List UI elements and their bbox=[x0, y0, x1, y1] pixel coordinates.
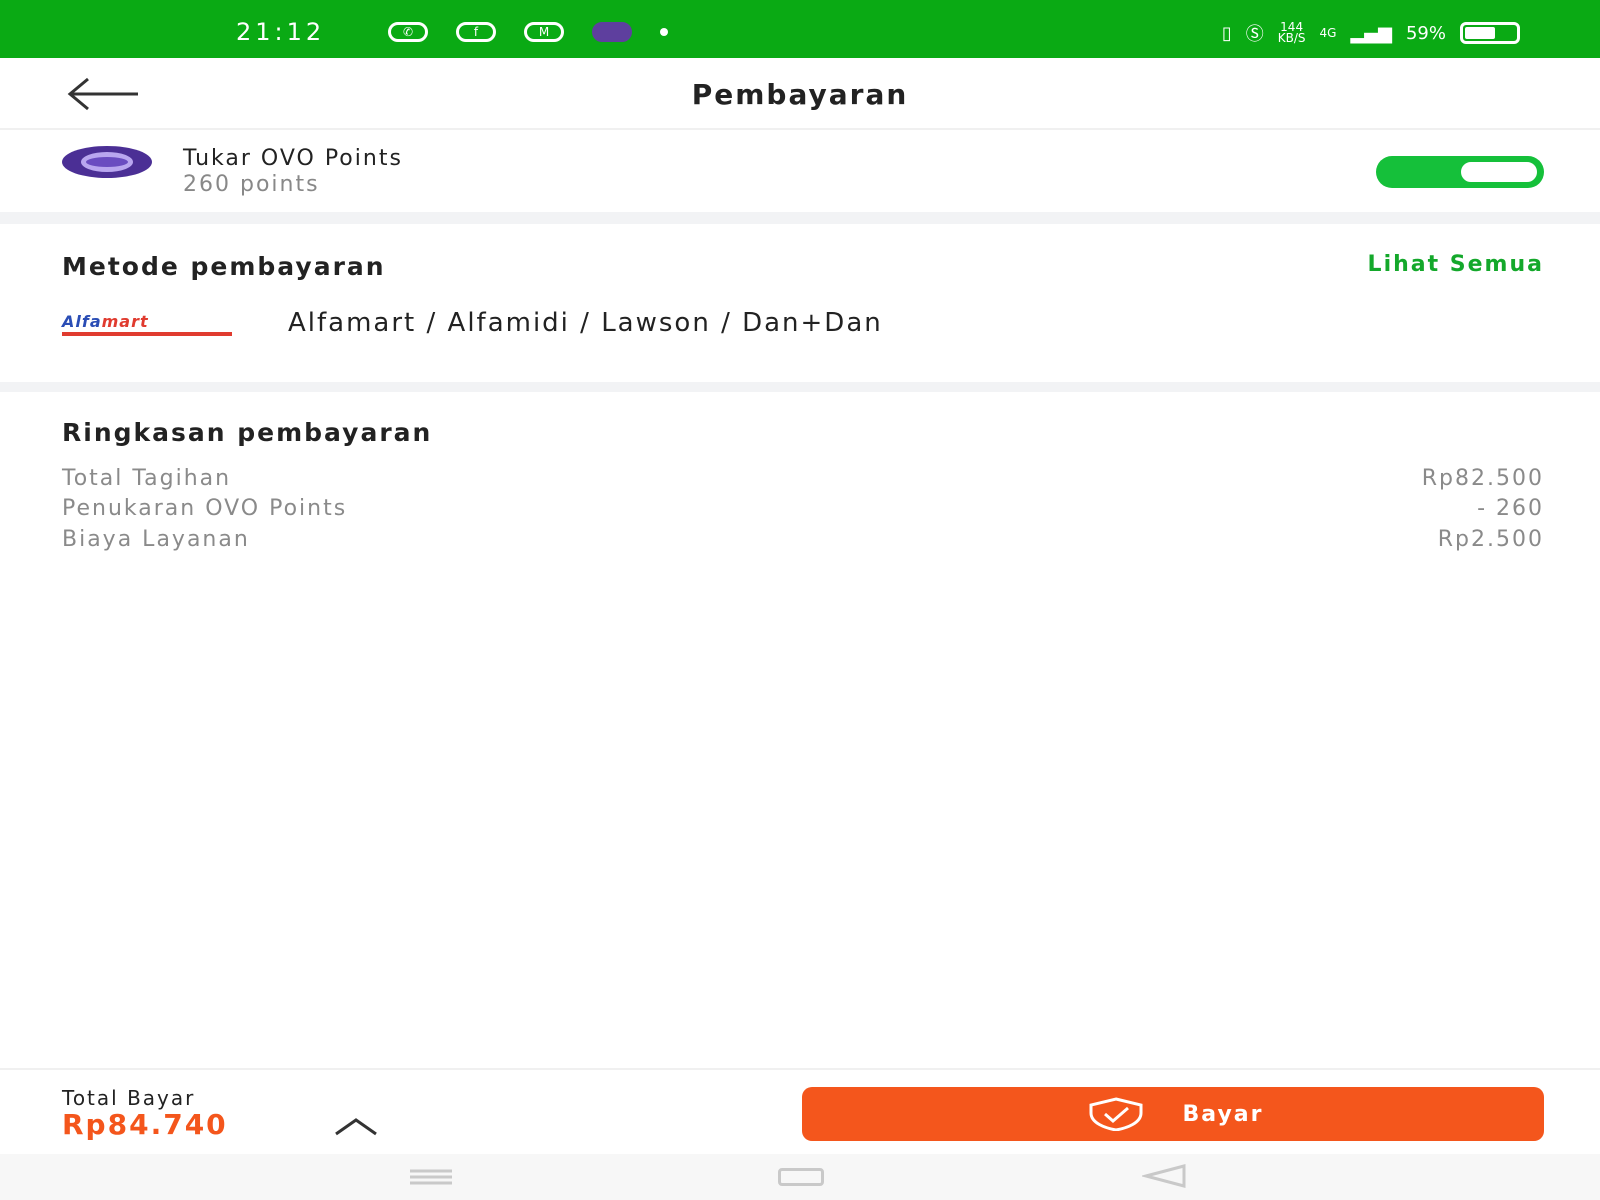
summary-row-label: Biaya Layanan bbox=[62, 527, 250, 552]
checkout-bar: Total Bayar Rp84.740 Bayar bbox=[0, 1068, 1600, 1154]
toggle-knob bbox=[1458, 159, 1540, 185]
summary-row-value: Rp2.500 bbox=[1437, 527, 1544, 552]
summary-title: Ringkasan pembayaran bbox=[62, 418, 433, 447]
section-divider bbox=[0, 212, 1600, 224]
battery-fill bbox=[1465, 27, 1495, 39]
alfamart-logo-text-b: mart bbox=[101, 312, 149, 331]
vibrate-icon: ▯ bbox=[1221, 22, 1232, 44]
home-icon[interactable] bbox=[778, 1168, 824, 1186]
summary-row: Biaya Layanan Rp2.500 bbox=[62, 527, 1544, 552]
ovo-points-balance: 260 points bbox=[183, 172, 320, 197]
section-divider bbox=[0, 382, 1600, 392]
ovo-points-row: Tukar OVO Points 260 points bbox=[0, 132, 1600, 212]
summary-row-label: Total Tagihan bbox=[62, 466, 232, 491]
shield-s-icon: Ⓢ bbox=[1245, 24, 1264, 45]
system-icons: ▯ Ⓢ 144 KB/S 4G ▂▄▆ 59% bbox=[1222, 20, 1520, 46]
gmail-icon: M bbox=[524, 22, 564, 42]
more-notifications-dot bbox=[660, 28, 668, 36]
status-time: 21:12 bbox=[236, 18, 326, 46]
ovo-notification-icon bbox=[592, 22, 632, 42]
battery-percent: 59% bbox=[1405, 22, 1446, 44]
alfamart-logo-bar bbox=[62, 332, 232, 336]
ovo-points-toggle[interactable] bbox=[1376, 156, 1544, 188]
net-speed-unit: KB/S bbox=[1277, 31, 1306, 45]
payment-method-title: Metode pembayaran bbox=[62, 252, 386, 281]
page-title: Pembayaran bbox=[691, 78, 909, 111]
signal-icon: ▂▄▆ bbox=[1350, 22, 1392, 44]
facebook-icon: f bbox=[456, 22, 496, 42]
see-all-link[interactable]: Lihat Semua bbox=[1368, 252, 1544, 277]
pay-button-label: Bayar bbox=[1182, 1101, 1264, 1127]
notification-icons: ✆ f M bbox=[388, 22, 668, 42]
system-back-icon[interactable] bbox=[1142, 1164, 1188, 1188]
summary-row: Penukaran OVO Points - 260 bbox=[62, 496, 1544, 521]
ovo-points-title: Tukar OVO Points bbox=[183, 146, 403, 171]
total-label: Total Bayar bbox=[62, 1086, 196, 1110]
summary-row-value: - 260 bbox=[1477, 496, 1544, 521]
total-amount: Rp84.740 bbox=[62, 1108, 228, 1141]
net-speed: 144 KB/S bbox=[1277, 21, 1306, 45]
whatsapp-icon: ✆ bbox=[388, 22, 428, 42]
pay-button[interactable]: Bayar bbox=[802, 1087, 1544, 1141]
alfamart-logo: Alfamart bbox=[62, 312, 232, 336]
app-header: Pembayaran bbox=[0, 58, 1600, 130]
summary-row: Total Tagihan Rp82.500 bbox=[62, 466, 1544, 491]
alfamart-logo-text-a: Alfa bbox=[62, 312, 102, 331]
summary-row-label: Penukaran OVO Points bbox=[62, 496, 348, 521]
network-type: 4G bbox=[1319, 25, 1337, 40]
chevron-up-icon[interactable] bbox=[332, 1114, 380, 1138]
shield-check-icon bbox=[1089, 1097, 1142, 1131]
status-bar: 21:12 ✆ f M ▯ Ⓢ 144 KB/S 4G ▂▄▆ 59% bbox=[0, 0, 1600, 58]
recent-apps-icon[interactable] bbox=[408, 1168, 454, 1186]
system-nav-bar bbox=[0, 1154, 1600, 1200]
battery-icon bbox=[1460, 22, 1520, 44]
selected-payment-method[interactable]: Alfamart / Alfamidi / Lawson / Dan+Dan bbox=[288, 308, 883, 338]
summary-row-value: Rp82.500 bbox=[1421, 466, 1544, 491]
ovo-logo-icon bbox=[62, 146, 152, 178]
